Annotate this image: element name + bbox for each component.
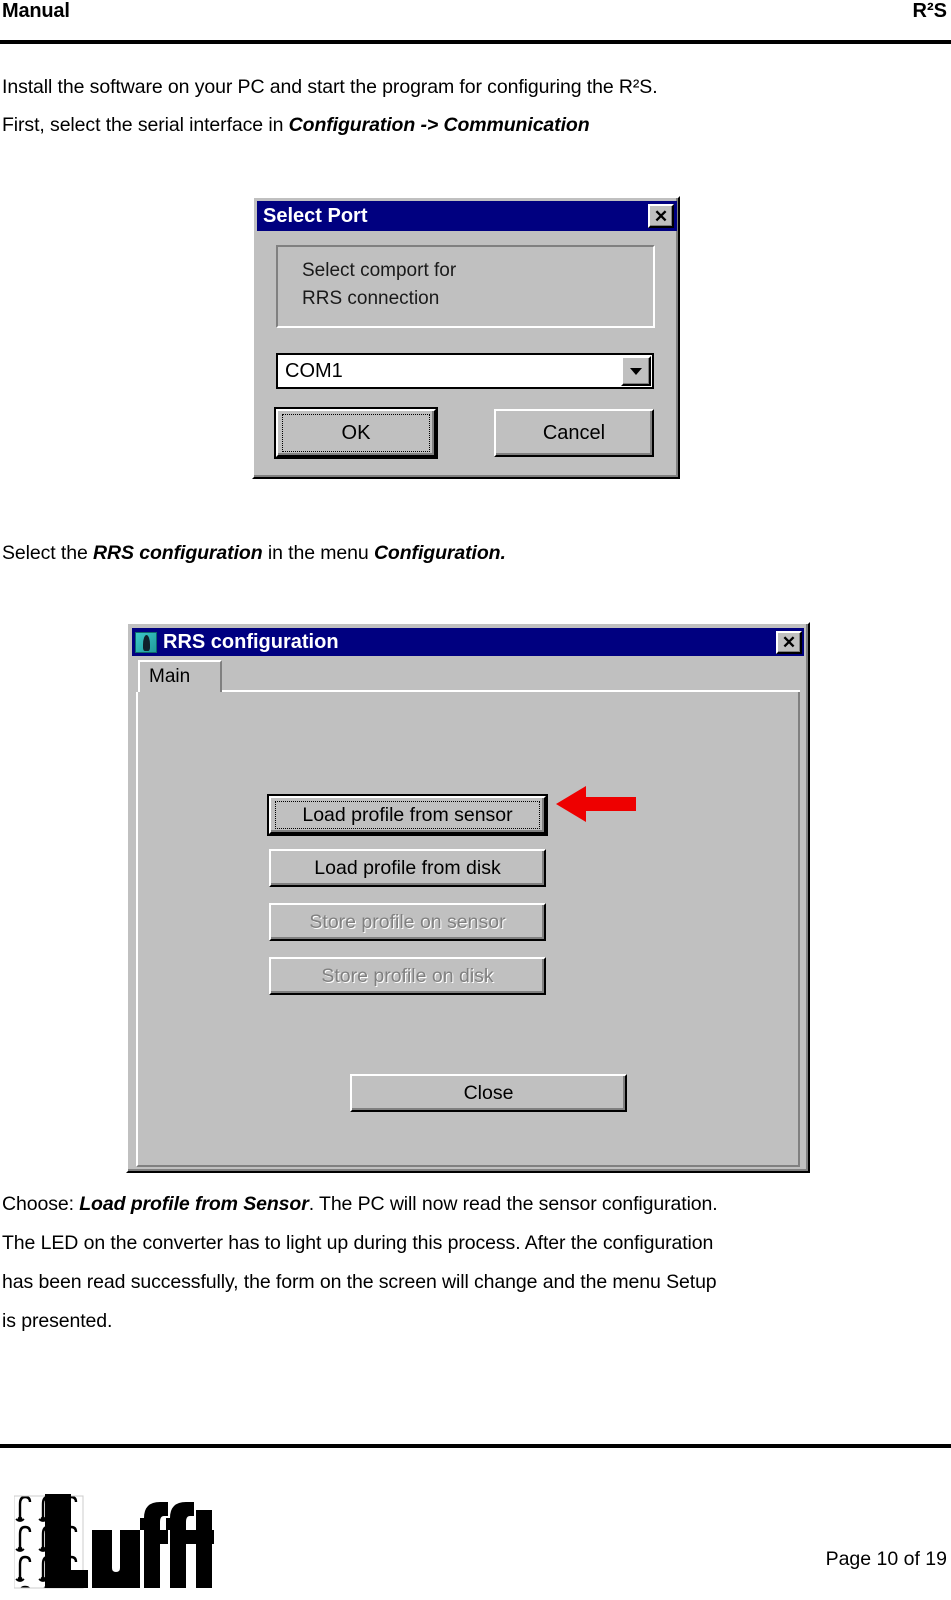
- store-profile-on-sensor-button: Store profile on sensor: [269, 903, 546, 941]
- lufft-logo: [14, 1494, 214, 1589]
- chevron-down-icon[interactable]: [621, 356, 651, 386]
- load-profile-from-disk-button[interactable]: Load profile from disk: [269, 849, 546, 887]
- rrs-tab-page-main: Load profile from sensor Load profile fr…: [136, 692, 800, 1167]
- cancel-button[interactable]: Cancel: [494, 409, 654, 457]
- footer-divider-rule: [0, 1444, 951, 1448]
- page-header: Manual R²S: [0, 0, 951, 44]
- tab-main-label: Main: [149, 666, 191, 687]
- install-text: Install the software on your PC and star…: [2, 76, 658, 98]
- application-icon: [135, 631, 157, 653]
- instruction-line-1: Select comport for: [302, 260, 457, 281]
- instruction-line-2: RRS connection: [302, 288, 440, 309]
- closing-line-3: has been read successfully, the form on …: [2, 1271, 717, 1293]
- rrs-configuration-emphasis: RRS configuration: [93, 542, 263, 564]
- store-profile-on-sensor-label: Store profile on sensor: [309, 910, 506, 933]
- load-profile-from-sensor-label: Load profile from sensor: [302, 803, 513, 826]
- configuration-menu-emphasis: Configuration.: [373, 542, 506, 564]
- rrs-tab-strip: Main: [136, 660, 800, 692]
- paragraph-select-serial-interface: First, select the serial interface in Co…: [2, 105, 590, 145]
- select-port-title: Select Port: [263, 204, 368, 227]
- ok-button-label: OK: [341, 421, 371, 444]
- comport-selected-value: COM1: [285, 359, 343, 382]
- select-rrs-prefix: Select the: [2, 542, 94, 564]
- select-port-titlebar: Select Port ✕: [257, 201, 677, 231]
- close-icon[interactable]: ✕: [648, 204, 674, 228]
- select-port-instruction: Select comport for RRS connection: [302, 257, 456, 313]
- load-profile-from-sensor-button[interactable]: Load profile from sensor: [267, 794, 548, 836]
- closing-suffix: . The PC will now read the sensor config…: [308, 1193, 718, 1215]
- comport-select[interactable]: COM1: [276, 353, 654, 389]
- tab-strip-filler: [222, 662, 800, 692]
- closing-line-2: The LED on the converter has to light up…: [2, 1232, 714, 1254]
- paragraph-install-software: Install the software on your PC and star…: [2, 67, 658, 107]
- tab-main[interactable]: Main: [138, 660, 222, 692]
- paragraph-load-profile-instructions: Choose: Load profile from Sensor. The PC…: [2, 1185, 932, 1341]
- paragraph-select-rrs-configuration: Select the RRS configuration in the menu…: [2, 533, 506, 573]
- closing-line-4: is presented.: [2, 1310, 113, 1332]
- select-rrs-mid: in the menu: [262, 542, 374, 564]
- header-document-type: Manual: [2, 0, 70, 22]
- closing-line-1: Choose: Load profile from Sensor. The PC…: [2, 1185, 932, 1224]
- store-profile-on-disk-label: Store profile on disk: [321, 964, 494, 987]
- rrs-configuration-dialog[interactable]: RRS configuration ✕ Main Load profile fr…: [126, 622, 810, 1173]
- cancel-button-label: Cancel: [542, 421, 606, 444]
- rrs-titlebar: RRS configuration ✕: [132, 628, 804, 656]
- header-product-name: R²S: [912, 0, 947, 22]
- menu-path-configuration-communication: Configuration -> Communication: [288, 114, 590, 136]
- first-select-prefix: First, select the serial interface in: [2, 114, 289, 136]
- load-profile-from-sensor-emphasis: Load profile from Sensor: [79, 1193, 309, 1215]
- select-port-dialog[interactable]: Select Port ✕ Select comport for RRS con…: [252, 196, 680, 479]
- header-divider-rule: [0, 40, 951, 44]
- store-profile-on-disk-button: Store profile on disk: [269, 957, 546, 995]
- load-profile-from-disk-label: Load profile from disk: [314, 856, 501, 879]
- close-button[interactable]: Close: [350, 1074, 627, 1112]
- close-icon[interactable]: ✕: [776, 630, 802, 654]
- close-button-label: Close: [463, 1081, 514, 1104]
- page-number: Page 10 of 19: [825, 1548, 947, 1570]
- select-port-groupbox: Select comport for RRS connection: [276, 245, 655, 328]
- annotation-arrow-icon: [556, 786, 636, 822]
- rrs-title: RRS configuration: [163, 630, 339, 653]
- closing-prefix: Choose:: [2, 1193, 80, 1215]
- ok-button[interactable]: OK: [274, 407, 438, 459]
